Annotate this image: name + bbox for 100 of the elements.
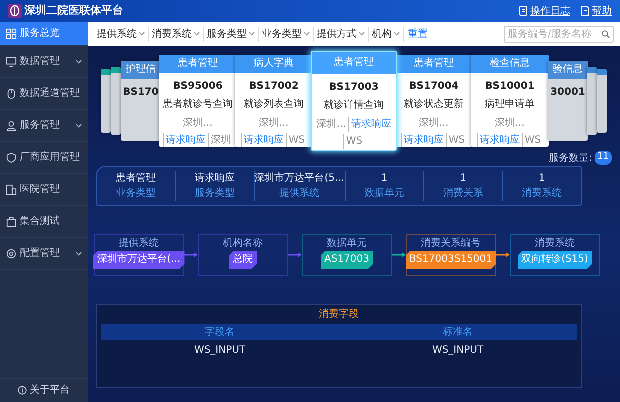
summary-value: 1 [538, 172, 546, 186]
card-header: 病人字典 [235, 55, 313, 73]
mode-link[interactable]: 请求响应 [163, 133, 208, 147]
filter-dropdown[interactable]: 消费系统 [149, 26, 204, 42]
card-header: 验信息 [548, 61, 588, 79]
filter-dropdown[interactable]: 提供系统 [94, 26, 149, 42]
service-card[interactable]: 病人字典 BS17002 就诊列表查询 深圳... 请求响应 WS [235, 55, 313, 147]
service-name: 就诊详情查询 [324, 98, 384, 113]
sidebar-item[interactable]: 服务总览 [0, 22, 88, 46]
summary-label: 提供系统 [280, 186, 320, 201]
mode-link[interactable]: 请求响应 [476, 133, 522, 147]
card-header: 患者管理 [159, 55, 237, 73]
node-value: 双向转诊(S15) [518, 251, 592, 269]
provider-text: 深圳... [316, 118, 348, 132]
app-title: 深圳二院医联体平台 [24, 2, 124, 19]
provider-text: 深圳... [258, 116, 290, 131]
card-header: 患者管理 [312, 52, 396, 74]
summary-value: 请求响应 [194, 172, 235, 186]
card-header: 患者管理 [395, 55, 473, 73]
card-header: 护理信 [121, 61, 161, 79]
provider-text: 深圳... [418, 116, 450, 131]
caret-icon [304, 32, 310, 36]
summary-label: 服务类型 [194, 186, 235, 201]
service-card[interactable]: 患者管理 BS17003 就诊详情查询 深圳... 请求响应 WS [311, 51, 397, 151]
service-card[interactable]: 验信息 30001 [548, 61, 588, 141]
protocol-text: WS [343, 134, 365, 149]
caret-icon [359, 32, 365, 36]
header-link[interactable]: 操作日志 [530, 4, 570, 18]
monitor-icon [6, 56, 17, 68]
node-label: 提供系统 [119, 236, 159, 251]
service-name: 病理申请单 [485, 98, 535, 112]
search-field[interactable]: 服务编号/服务名称 [504, 26, 614, 42]
column-header: 标准名 [443, 326, 473, 338]
service-code: BS17003 [329, 81, 379, 95]
service-name: 就诊列表查询 [244, 98, 304, 112]
node-value: 深圳市万达平台(... [93, 251, 185, 269]
summary-value: 患者管理 [116, 172, 156, 186]
card-header: 检查信息 [471, 55, 549, 73]
caret-icon [139, 32, 145, 36]
mode-link[interactable]: 请求响应 [240, 133, 286, 147]
reset-link[interactable]: 重置 [404, 26, 432, 42]
protocol-text: 深圳 [208, 133, 233, 147]
provider-text: 深圳... [182, 116, 214, 131]
protocol-text: WS [446, 133, 468, 147]
service-card[interactable]: 护理信 BS170 [121, 61, 161, 141]
flow-arrow [496, 251, 510, 259]
summary-label: 数据单元 [364, 186, 404, 201]
document-icon [580, 6, 590, 16]
caret-icon [194, 32, 200, 36]
person-icon [6, 120, 17, 132]
service-code: BS17002 [249, 80, 299, 94]
summary-value: 1 [460, 172, 466, 186]
mode-link[interactable]: 请求响应 [348, 117, 394, 132]
about-link[interactable]: 关于平台 [30, 383, 70, 398]
mode-link[interactable]: 请求响应 [400, 133, 446, 147]
info-icon [18, 386, 28, 395]
filter-dropdown[interactable]: 机构 [369, 26, 404, 42]
service-name: 就诊状态更新 [404, 98, 464, 112]
node-label: 机构名称 [223, 236, 263, 251]
node-label: 消费系统 [535, 236, 575, 251]
filter-dropdown[interactable]: 业务类型 [259, 26, 314, 42]
logo-icon [8, 4, 22, 18]
protocol-text: WS [286, 133, 308, 147]
node-label: 消费关系编号 [421, 236, 481, 251]
node-value: BS17003S15001 [406, 251, 497, 269]
shield-icon [6, 152, 17, 164]
service-code: BS17004 [409, 80, 459, 94]
search-icon [602, 30, 610, 38]
table-cell: WS_INPUT [432, 344, 484, 356]
column-header: 字段名 [205, 326, 235, 338]
header-link[interactable]: 帮助 [592, 4, 612, 18]
service-card[interactable]: 检查信息 BS10001 病理申请单 深圳... 请求响应 WS [471, 55, 549, 147]
grid-icon [6, 28, 17, 40]
log-icon [519, 6, 528, 16]
summary-label: 消费系统 [522, 186, 562, 201]
summary-value: 1 [381, 172, 388, 186]
summary-value: 深圳市万达平台(5... [254, 172, 344, 186]
briefcase-icon [6, 216, 17, 228]
node-value: 总院 [229, 251, 257, 269]
service-code: BS95006 [173, 80, 223, 94]
service-code: 30001 [550, 86, 586, 100]
provider-text: 深圳... [494, 116, 526, 131]
protocol-text: WS [522, 133, 544, 147]
filter-dropdown[interactable]: 服务类型 [204, 26, 259, 42]
service-code: BS10001 [485, 80, 535, 94]
summary-label: 消费关系 [443, 186, 484, 201]
caret-icon [394, 32, 400, 36]
table-cell: WS_INPUT [194, 344, 246, 356]
node-label: 数据单元 [327, 236, 367, 251]
summary-label: 业务类型 [116, 186, 156, 201]
caret-icon [249, 32, 255, 36]
service-card[interactable]: 患者管理 BS95006 患者就诊号查询 深圳... 请求响应 深圳 [159, 55, 237, 147]
filter-dropdown[interactable]: 提供方式 [314, 26, 369, 42]
devices-icon [6, 184, 17, 196]
service-card[interactable]: 患者管理 BS17004 就诊状态更新 深圳... 请求响应 WS [395, 55, 473, 147]
service-code: BS170 [123, 86, 159, 100]
gear-icon [6, 248, 17, 260]
mouse-icon [6, 88, 17, 100]
count-badge: 11 [594, 151, 612, 165]
service-count-label: 服务数量: [549, 152, 593, 166]
